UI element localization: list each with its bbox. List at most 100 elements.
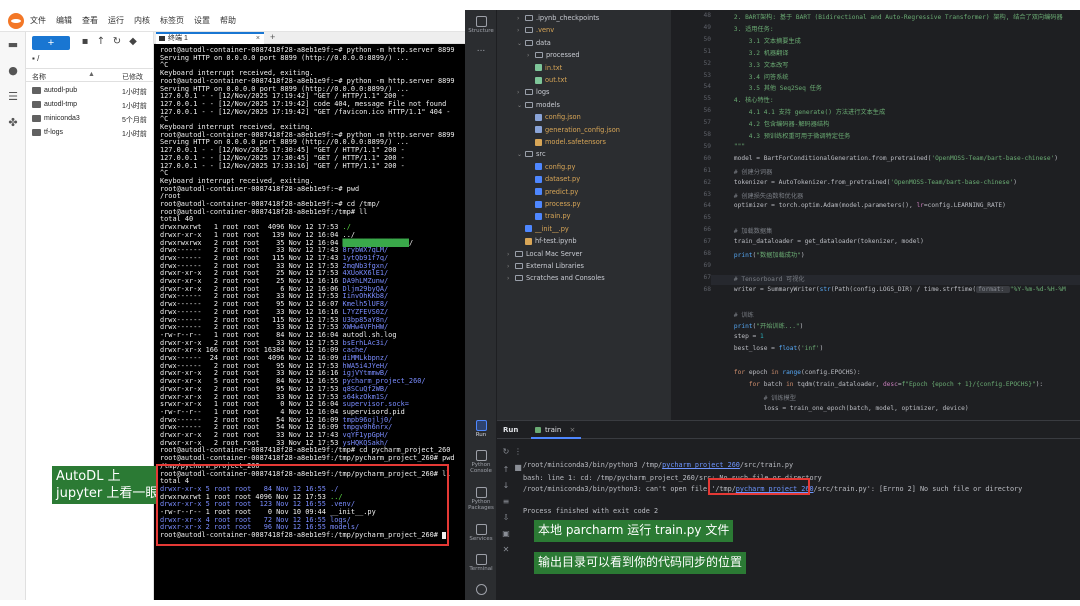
tree-item[interactable]: out.txt <box>497 74 567 87</box>
tree-item[interactable]: hf-test.ipynb <box>497 235 577 248</box>
chevron-down-icon[interactable]: ⌄ <box>517 100 525 112</box>
tree-item[interactable]: config.json <box>497 111 581 124</box>
menu-settings[interactable]: 设置 <box>194 15 210 26</box>
sort-asc-icon[interactable]: ▲ <box>88 71 95 78</box>
code-line: 4.3 预训练权重可用于微调特定任务 <box>719 131 851 140</box>
chevron-right-icon[interactable]: › <box>517 25 525 37</box>
run-link[interactable]: pycharm_project_260 <box>662 461 740 469</box>
menu-run[interactable]: 运行 <box>108 15 124 26</box>
tree-item[interactable]: ⌄ models <box>497 99 560 112</box>
upload-icon[interactable]: ↑ <box>94 36 108 47</box>
tree-item[interactable]: predict.py <box>497 186 578 199</box>
code-token: # 训练 <box>719 311 754 319</box>
tool-label: Python Console <box>470 462 492 474</box>
list-item[interactable]: autodl-pub 1小时前 <box>26 84 154 98</box>
stop-icon[interactable]: ■ <box>513 463 523 473</box>
tree-item[interactable]: › Local Mac Server <box>497 248 582 261</box>
up-icon[interactable]: ↑ <box>501 465 511 475</box>
tool-services[interactable]: Services <box>465 524 497 542</box>
tool-terminal[interactable]: Terminal <box>465 554 497 572</box>
chevron-down-icon[interactable]: ⌄ <box>517 149 525 161</box>
column-modified[interactable]: 已修改 <box>122 72 143 82</box>
down-icon[interactable]: ↓ <box>501 481 511 491</box>
line-number: 67 <box>703 238 711 246</box>
command-palette-icon[interactable]: ☰ <box>6 90 20 104</box>
folder-icon[interactable]: ▬ <box>6 38 20 52</box>
code-token: step = <box>719 333 760 341</box>
tree-item[interactable]: › logs <box>497 86 550 99</box>
menu-file[interactable]: 文件 <box>30 15 46 26</box>
git-icon[interactable]: ◆ <box>126 36 140 47</box>
code-line: 4. 核心特性: <box>719 95 774 104</box>
chevron-right-icon[interactable]: › <box>507 261 515 273</box>
tool-python-console[interactable]: Python Console <box>465 450 497 474</box>
code-token: ) <box>819 345 824 353</box>
line-number: 68 <box>703 250 711 257</box>
chevron-right-icon[interactable]: › <box>527 50 535 62</box>
tree-item[interactable]: dataset.py <box>497 173 580 186</box>
tree-item[interactable]: __init__.py <box>497 223 569 236</box>
tool-python-packages[interactable]: Python Packages <box>465 487 497 511</box>
menu-edit[interactable]: 编辑 <box>56 15 72 26</box>
tree-item[interactable]: model.safetensors <box>497 136 606 149</box>
tree-item[interactable]: config.py <box>497 161 575 174</box>
list-item[interactable]: autodl-tmp 1小时前 <box>26 98 154 112</box>
jupyter-logo-icon <box>8 12 24 29</box>
delete-icon[interactable]: ✕ <box>501 545 511 555</box>
more-icon[interactable]: ⋮ <box>513 447 523 457</box>
print-icon[interactable]: ▣ <box>501 529 511 539</box>
close-icon[interactable]: × <box>256 34 260 43</box>
column-name[interactable]: 名称 <box>32 72 46 82</box>
tree-item[interactable]: in.txt <box>497 62 562 75</box>
tab-train[interactable]: train × <box>531 421 582 439</box>
extension-icon[interactable]: ✤ <box>6 116 20 130</box>
folder-plus-icon[interactable]: ▪ <box>78 36 92 47</box>
tool-structure[interactable]: Structure <box>465 16 497 34</box>
code-token: (Path(config.LOGS_DIR) / time.strftime( <box>830 285 977 293</box>
tree-item[interactable]: train.py <box>497 210 571 223</box>
chevron-right-icon[interactable]: › <box>517 13 525 25</box>
new-launcher-button[interactable]: + <box>32 36 70 50</box>
tool-more[interactable]: ... <box>465 44 497 54</box>
breadcrumb-path[interactable]: / <box>37 54 39 63</box>
tree-item[interactable]: process.py <box>497 198 581 211</box>
code-token: best_lose = <box>719 345 779 353</box>
chevron-right-icon[interactable]: › <box>507 273 515 285</box>
menu-tabs[interactable]: 标签页 <box>160 15 184 26</box>
tree-item[interactable]: › .ipynb_checkpoints <box>497 12 599 25</box>
tree-item[interactable]: › .venv <box>497 24 554 37</box>
code-editor[interactable]: 48 2. BART架构: 基于 BART (Bidirectional and… <box>671 10 1080 420</box>
file-icon <box>525 225 532 233</box>
menu-view[interactable]: 查看 <box>82 15 98 26</box>
menu-help[interactable]: 帮助 <box>220 15 236 26</box>
tool-run[interactable]: Run <box>465 420 497 438</box>
list-item[interactable]: tf-logs 1小时前 <box>26 126 154 140</box>
chevron-right-icon[interactable]: › <box>507 249 515 261</box>
filter-icon[interactable]: ⇩ <box>501 513 511 523</box>
chevron-down-icon[interactable]: ⌄ <box>517 38 525 50</box>
chevron-right-icon[interactable]: › <box>517 87 525 99</box>
packages-icon <box>475 487 487 498</box>
breadcrumb[interactable]: ▪ / <box>32 54 39 63</box>
refresh-icon[interactable]: ↻ <box>110 36 124 47</box>
tree-item[interactable]: › processed <box>497 49 580 62</box>
tree-item[interactable]: › External Libraries <box>497 260 584 273</box>
tree-item-label: model.safetensors <box>545 138 606 146</box>
file-icon <box>535 163 542 171</box>
tree-item-label: data <box>536 38 551 47</box>
tree-item[interactable]: generation_config.json <box>497 124 620 137</box>
tool-problems[interactable] <box>465 584 497 596</box>
wrap-icon[interactable]: ≡ <box>501 497 511 507</box>
add-tab-button[interactable]: + <box>270 32 275 43</box>
annotation-pycharm-run: 本地 parcharm 运行 train.py 文件 <box>534 520 734 542</box>
list-item[interactable]: miniconda3 5个月前 <box>26 112 154 126</box>
close-icon[interactable]: × <box>570 426 576 434</box>
running-icon[interactable]: ● <box>6 64 20 78</box>
rerun-icon[interactable]: ↻ <box>501 447 511 457</box>
tree-item-label: __init__.py <box>535 224 569 233</box>
tree-item[interactable]: ⌄ src <box>497 148 546 161</box>
tab-terminal-1[interactable]: 终端 1 × <box>156 32 264 44</box>
tree-item[interactable]: ⌄ data <box>497 37 551 50</box>
tree-item[interactable]: › Scratches and Consoles <box>497 272 605 285</box>
menu-kernel[interactable]: 内核 <box>134 15 150 26</box>
